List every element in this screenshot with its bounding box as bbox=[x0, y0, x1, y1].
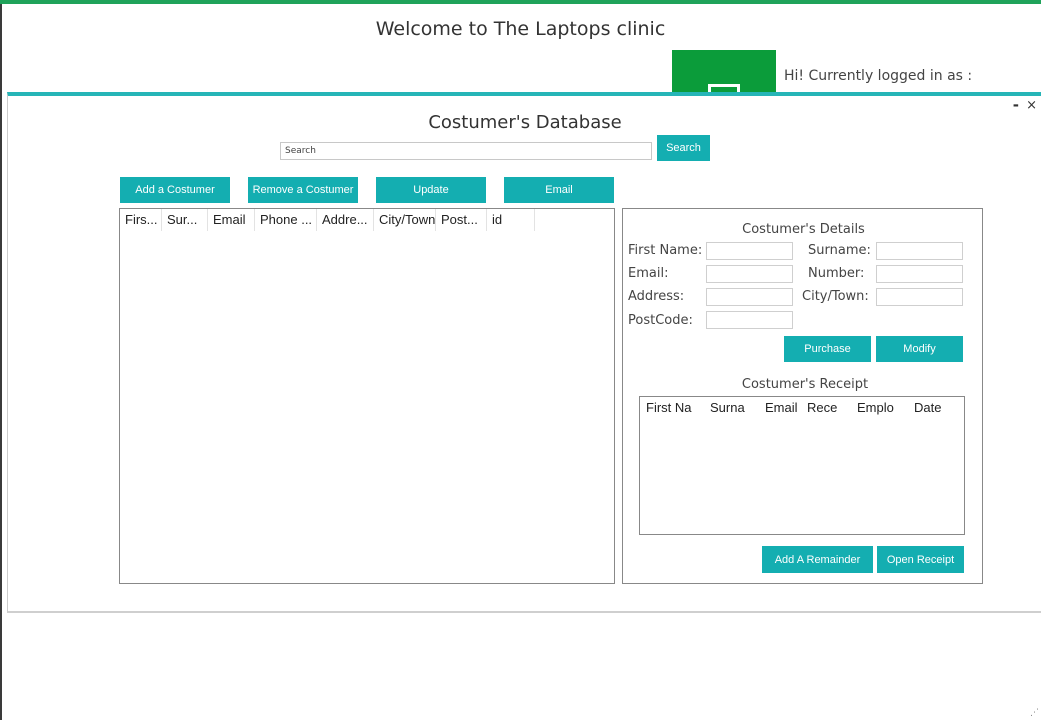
column-header-email[interactable]: Email bbox=[208, 209, 255, 231]
column-header-surname[interactable]: Sur... bbox=[162, 209, 208, 231]
dialog-title: Costumer's Database bbox=[428, 112, 622, 133]
receipt-list[interactable]: First Na Surna Email Rece Emplo Date bbox=[639, 396, 965, 535]
receipt-column-date[interactable]: Date bbox=[908, 397, 958, 419]
column-header-phone[interactable]: Phone ... bbox=[255, 209, 317, 231]
number-label: Number: bbox=[808, 266, 865, 281]
remove-customer-button[interactable]: Remove a Costumer bbox=[248, 177, 358, 203]
email-label: Email: bbox=[628, 266, 669, 281]
close-button[interactable]: × bbox=[1026, 98, 1037, 113]
column-header-city[interactable]: City/Town bbox=[374, 209, 436, 231]
column-header-postcode[interactable]: Post... bbox=[436, 209, 487, 231]
window-top-strip bbox=[0, 0, 1041, 4]
address-label: Address: bbox=[628, 289, 685, 304]
window-left-edge bbox=[0, 4, 2, 720]
receipt-column-email[interactable]: Email bbox=[759, 397, 801, 419]
first-name-label: First Name: bbox=[628, 243, 703, 258]
details-title: Costumer's Details bbox=[742, 222, 865, 237]
receipt-column-surname[interactable]: Surna bbox=[704, 397, 759, 419]
receipt-column-first-name[interactable]: First Na bbox=[640, 397, 704, 419]
search-button[interactable]: Search bbox=[657, 135, 710, 161]
surname-field[interactable] bbox=[876, 242, 963, 260]
welcome-heading: Welcome to The Laptops clinic bbox=[375, 18, 666, 40]
column-header-address[interactable]: Addre... bbox=[317, 209, 374, 231]
purchase-button[interactable]: Purchase bbox=[784, 336, 871, 362]
receipt-column-employee[interactable]: Emplo bbox=[851, 397, 908, 419]
logged-in-label: Hi! Currently logged in as : bbox=[784, 68, 973, 84]
postcode-field[interactable] bbox=[706, 311, 793, 329]
modify-button[interactable]: Modify bbox=[876, 336, 963, 362]
address-field[interactable] bbox=[706, 288, 793, 306]
search-input[interactable] bbox=[280, 142, 652, 160]
customer-list-header: Firs... Sur... Email Phone ... Addre... … bbox=[120, 209, 614, 231]
receipt-column-receipt[interactable]: Rece bbox=[801, 397, 851, 419]
city-field[interactable] bbox=[876, 288, 963, 306]
number-field[interactable] bbox=[876, 265, 963, 283]
open-receipt-button[interactable]: Open Receipt bbox=[877, 546, 964, 573]
postcode-label: PostCode: bbox=[628, 313, 693, 328]
user-avatar-tile bbox=[672, 50, 776, 96]
customer-database-dialog: - × Costumer's Database Search Add a Cos… bbox=[7, 92, 1041, 613]
email-field[interactable] bbox=[706, 265, 793, 283]
update-button[interactable]: Update bbox=[376, 177, 486, 203]
customer-list[interactable]: Firs... Sur... Email Phone ... Addre... … bbox=[119, 208, 615, 584]
email-button[interactable]: Email bbox=[504, 177, 614, 203]
add-customer-button[interactable]: Add a Costumer bbox=[120, 177, 230, 203]
receipt-list-header: First Na Surna Email Rece Emplo Date bbox=[640, 397, 964, 419]
column-header-id[interactable]: id bbox=[487, 209, 535, 231]
receipt-title: Costumer's Receipt bbox=[741, 377, 869, 392]
first-name-field[interactable] bbox=[706, 242, 793, 260]
customer-details-panel: Costumer's Details First Name: Surname: … bbox=[622, 208, 983, 584]
column-header-first-name[interactable]: Firs... bbox=[120, 209, 162, 231]
resize-grip-icon[interactable]: ⋰ bbox=[1030, 708, 1039, 718]
city-label: City/Town: bbox=[802, 289, 869, 304]
surname-label: Surname: bbox=[808, 243, 871, 258]
add-reminder-button[interactable]: Add A Remainder bbox=[762, 546, 873, 573]
